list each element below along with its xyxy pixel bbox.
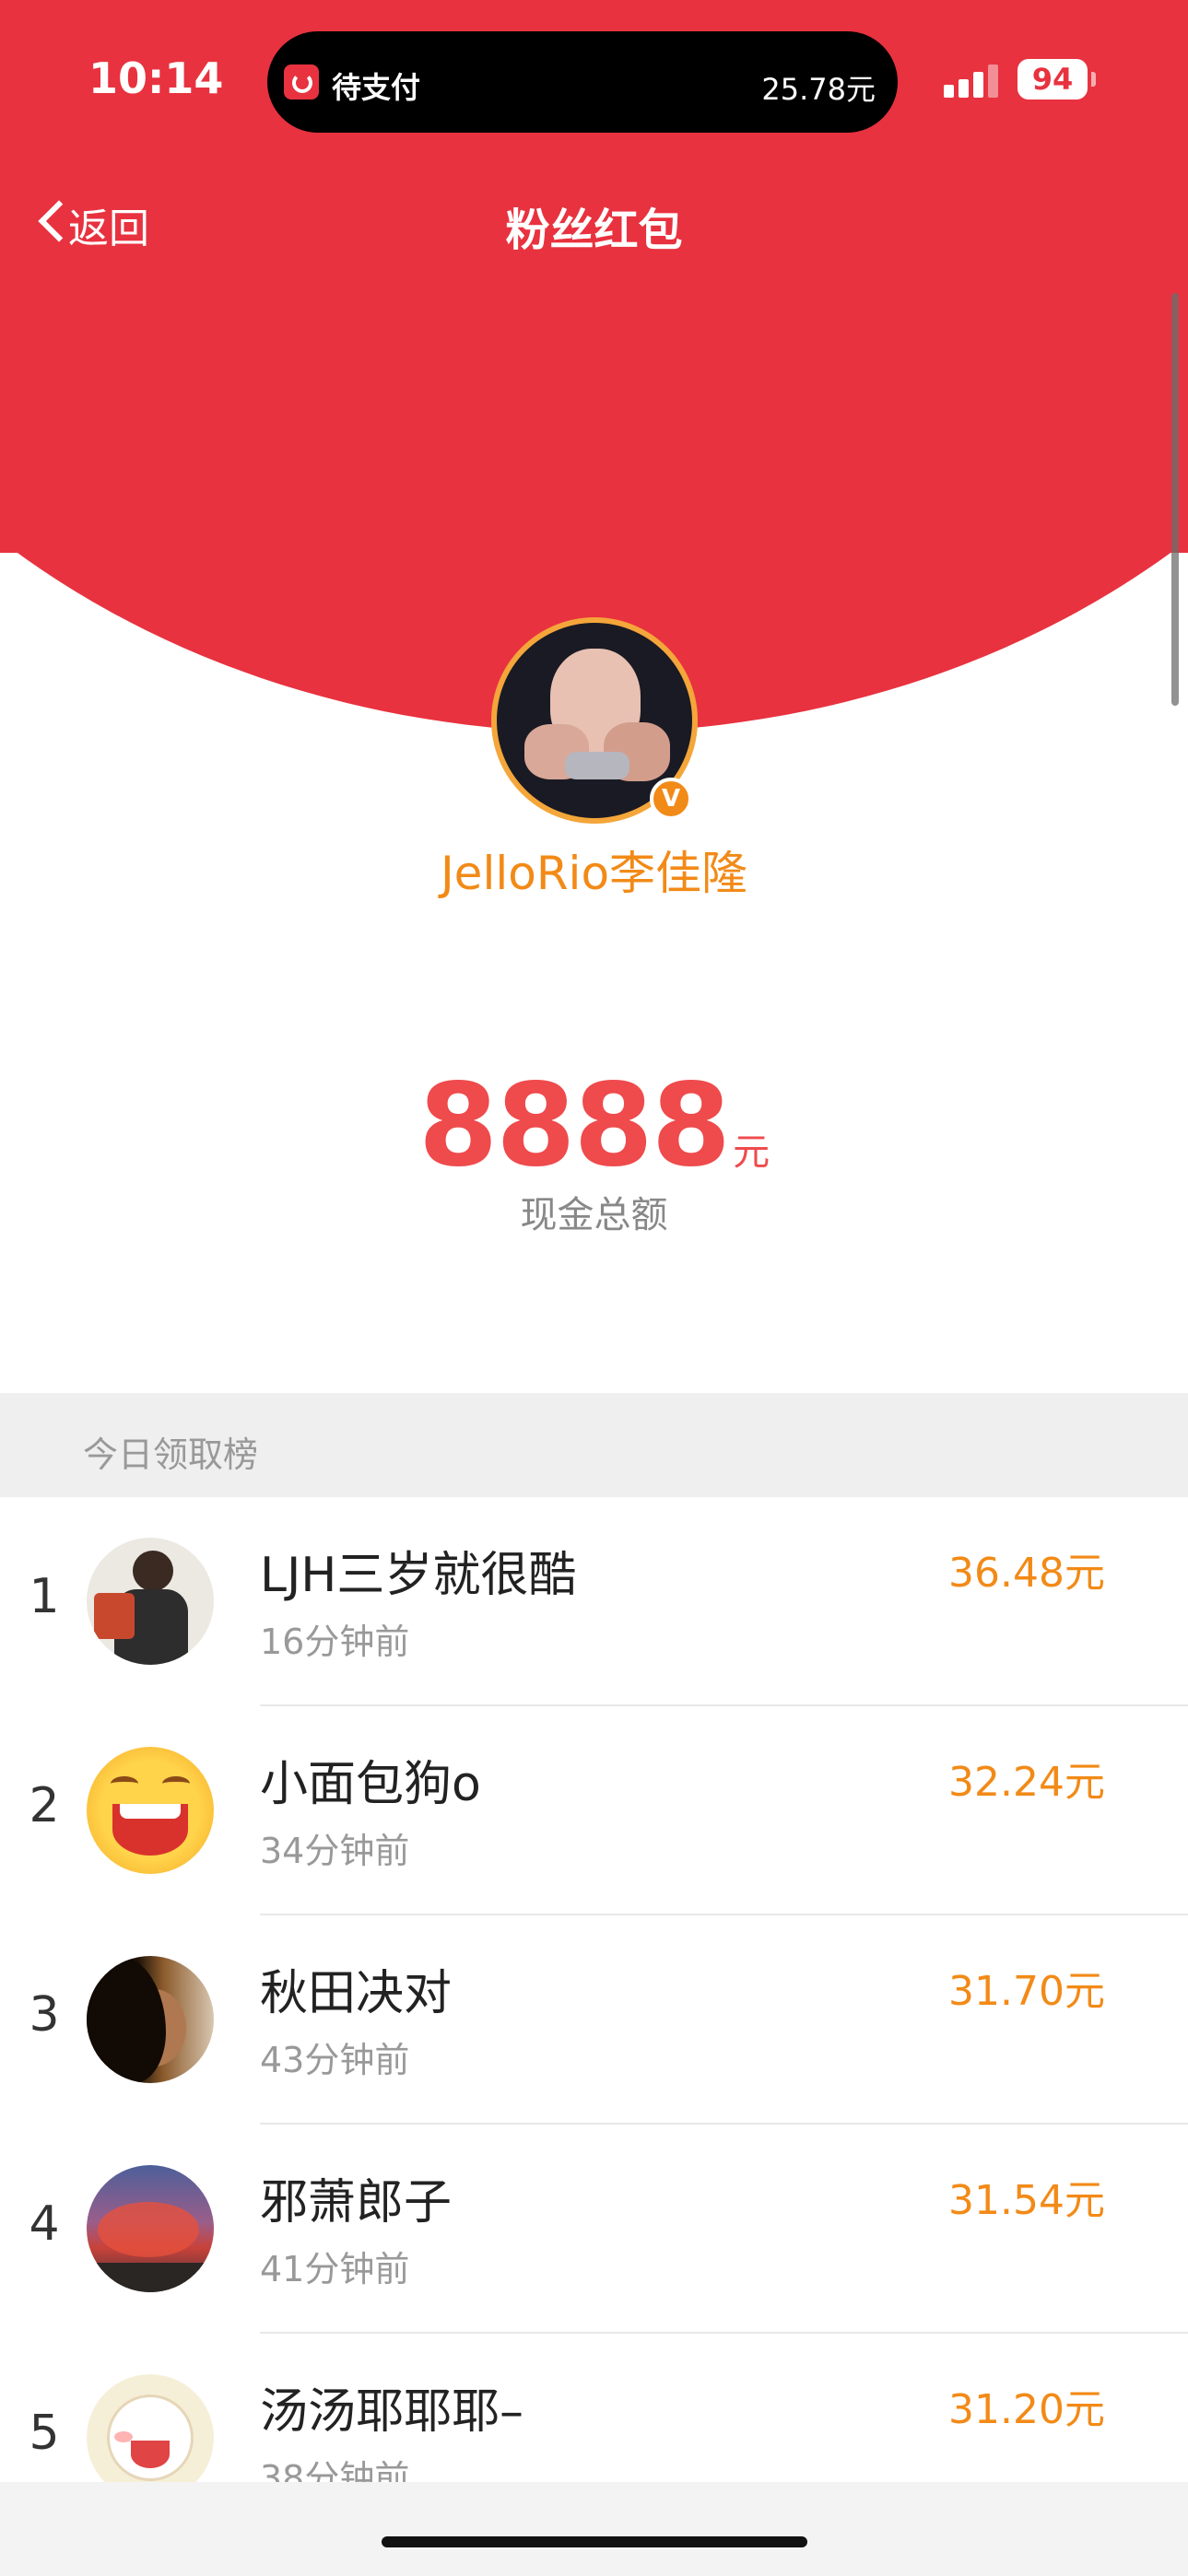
user-avatar[interactable] [87, 1747, 214, 1874]
ranking-list: 1 LJH三岁就很酷 16分钟前 36.48元 2 小面包狗o 34分钟前 32… [0, 1497, 1188, 2543]
ranking-row[interactable]: 2 小面包狗o 34分钟前 32.24元 [0, 1706, 1188, 1915]
user-avatar[interactable] [87, 2165, 214, 2292]
fan-red-packet-screen: 10:14 待支付 25.78元 94 返回 粉丝红包 V JelloRio李佳… [0, 0, 1188, 2576]
avatar-rings [565, 752, 629, 779]
island-amount: 25.78元 [761, 72, 876, 107]
rank-number: 3 [29, 1987, 60, 2043]
user-name[interactable]: 邪萧郎子 [260, 2163, 452, 2232]
creator-name[interactable]: JelloRio李佳隆 [0, 837, 1188, 903]
user-name[interactable]: 汤汤耶耶耶– [260, 2372, 523, 2441]
claim-amount: 36.48元 [948, 1550, 1105, 1597]
user-avatar[interactable] [87, 1538, 214, 1665]
page-title: 粉丝红包 [505, 205, 683, 256]
ranking-row[interactable]: 1 LJH三岁就很酷 16分钟前 36.48元 [0, 1497, 1188, 1706]
claim-amount: 31.20元 [948, 2386, 1105, 2433]
rank-number: 2 [29, 1778, 60, 1833]
rank-number: 4 [29, 2196, 60, 2252]
rank-number: 1 [29, 1569, 60, 1624]
user-name[interactable]: 秋田决对 [260, 1954, 452, 2023]
battery-tip [1091, 72, 1096, 87]
claim-amount: 32.24元 [948, 1759, 1105, 1806]
user-avatar[interactable] [87, 1956, 214, 2083]
ranking-header-label: 今日领取榜 [83, 1434, 259, 1475]
battery-icon: 94 [1017, 59, 1088, 100]
claim-amount: 31.54元 [948, 2177, 1105, 2224]
ranking-row[interactable]: 4 邪萧郎子 41分钟前 31.54元 [0, 2125, 1188, 2334]
claim-time: 43分钟前 [260, 2040, 410, 2080]
total-label: 现金总额 [520, 1194, 668, 1236]
ranking-header: 今日领取榜 [0, 1393, 1188, 1497]
claim-time: 34分钟前 [260, 1831, 410, 1871]
claim-time: 16分钟前 [260, 1622, 410, 1662]
dynamic-island-pending-payment[interactable]: 待支付 25.78元 [267, 31, 898, 133]
home-indicator[interactable] [382, 2536, 807, 2547]
claim-time: 41分钟前 [260, 2249, 410, 2289]
total-unit: 元 [733, 1131, 770, 1174]
cellular-signal-icon [944, 64, 999, 98]
island-label: 待支付 [332, 70, 421, 105]
ranking-row[interactable]: 3 秋田决对 43分钟前 31.70元 [0, 1915, 1188, 2125]
payment-app-icon [284, 64, 319, 100]
verified-v-icon: V [650, 778, 692, 820]
user-name[interactable]: 小面包狗o [260, 1745, 481, 1814]
total-amount-block: 8888 元 [0, 1060, 1188, 1192]
rank-number: 5 [29, 2406, 60, 2461]
total-amount: 8888 [418, 1060, 731, 1192]
user-name[interactable]: LJH三岁就很酷 [260, 1536, 576, 1605]
bottom-bar [0, 2482, 1188, 2576]
status-time: 10:14 [88, 53, 224, 103]
claim-amount: 31.70元 [948, 1968, 1105, 2015]
scrollbar[interactable] [1171, 293, 1179, 706]
